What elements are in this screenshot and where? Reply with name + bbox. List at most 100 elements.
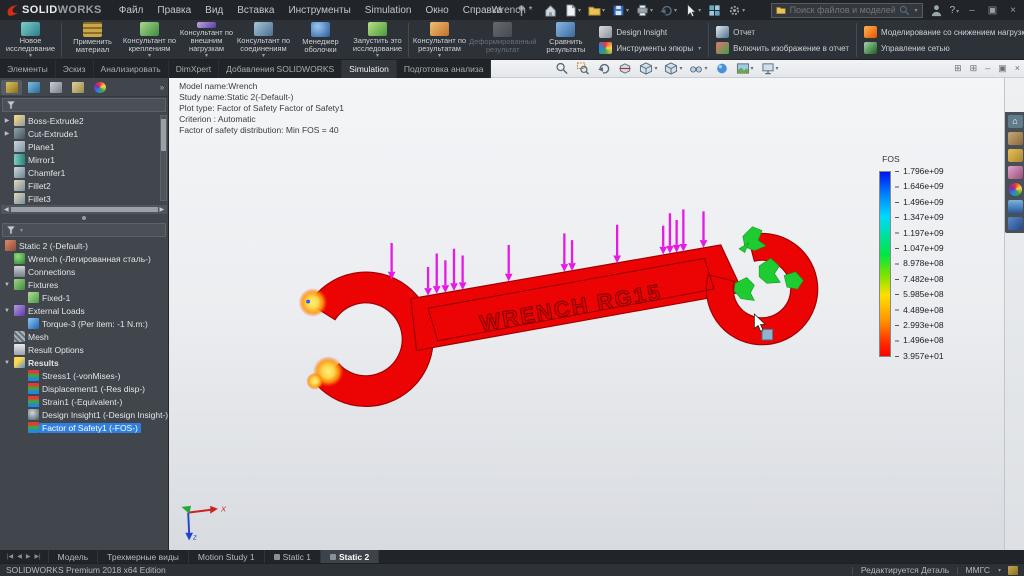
study-root[interactable]: Static 2 (-Default-) [0,239,168,252]
tab-features[interactable]: Элементы [0,60,56,78]
tab-analysis-prep[interactable]: Подготовка анализа [397,60,492,78]
doc-minimize-icon[interactable]: – [985,63,990,74]
configurationmanager-tab[interactable] [45,80,66,95]
design-insight-button[interactable]: Design Insight [599,26,701,38]
menu-simulation[interactable]: Simulation [358,0,419,20]
menu-view[interactable]: Вид [198,0,230,20]
connections-advisor-button[interactable]: Консультант по соединениям▾ [235,21,292,59]
panel-splitter[interactable] [0,214,168,222]
undo-button[interactable]: ▾ [658,3,679,18]
search-input[interactable] [790,5,895,15]
tree-item-cut-extrude1[interactable]: ▶Cut-Extrude1 [0,127,168,140]
menu-insert[interactable]: Вставка [230,0,281,20]
print-button[interactable]: ▾ [634,3,655,18]
scroll-left-icon[interactable]: ◀ [4,206,9,213]
search-dropdown-icon[interactable]: ▾ [915,7,918,14]
first-tab-icon[interactable]: |◀ [7,553,13,560]
menu-edit[interactable]: Правка [150,0,198,20]
tree-item-boss-extrude2[interactable]: ▶Boss-Extrude2 [0,114,168,127]
tab-dimxpert[interactable]: DimXpert [169,60,219,78]
study-item-fixtures[interactable]: ▼Fixtures [0,278,168,291]
dimxpertmanager-tab[interactable] [67,80,88,95]
tab-addins[interactable]: Добавления SOLIDWORKS [219,60,342,78]
last-tab-icon[interactable]: ▶| [34,553,40,560]
tree-item-fillet3[interactable]: Fillet3 [0,192,168,205]
menu-tools[interactable]: Инструменты [281,0,357,20]
close-window-icon[interactable]: × [1007,5,1019,16]
tree-item-chamfer1[interactable]: Chamfer1 [0,166,168,179]
save-button[interactable]: ▾ [610,3,631,18]
study-tree-filter-field[interactable]: ▾ [2,223,166,237]
tab-sketch[interactable]: Эскиз [56,60,94,78]
compare-results-button[interactable]: Сравнить результаты [537,21,594,59]
feature-tree-vertical-scrollbar[interactable] [160,115,167,201]
shell-manager-button[interactable]: Менеджер оболочки [292,21,349,59]
scroll-right-icon[interactable]: ▶ [160,206,165,213]
expand-icon[interactable]: ▶ [3,130,11,137]
study-item-stress1[interactable]: Stress1 (-vonMises-) [0,369,168,382]
scrollbar-thumb[interactable] [161,119,166,151]
zoom-area-icon[interactable] [576,62,590,75]
study-item-torque[interactable]: Torque-3 (Per item: -1 N.m:) [0,317,168,330]
new-study-button[interactable]: Новое исследование▾ [2,21,59,59]
hide-show-items-icon[interactable]: ▾ [689,62,707,75]
external-loads-advisor-button[interactable]: Консультант по внешним нагрузкам▾ [178,21,235,59]
tree-item-fillet2[interactable]: Fillet2 [0,179,168,192]
view-orientation-icon[interactable]: ▾ [639,62,657,75]
doc-close-icon[interactable]: × [1015,63,1020,74]
study-item-strain1[interactable]: Strain1 (-Equivalent-) [0,395,168,408]
study-item-result-options[interactable]: Result Options [0,343,168,356]
tab-simulation[interactable]: Simulation [342,60,397,78]
tab-static2[interactable]: Static 2 [320,550,379,563]
doc-restore-icon[interactable]: ▣ [998,63,1007,74]
section-view-icon[interactable] [618,62,632,75]
report-button[interactable]: Отчет [716,26,849,38]
design-library-icon[interactable] [1008,132,1023,145]
manage-network-button[interactable]: Управление сетью [864,42,1024,54]
tab-3d-views[interactable]: Трехмерные виды [97,550,188,563]
study-item-part[interactable]: Wrench (-Легированная сталь-) [0,252,168,265]
collapse-icon[interactable]: ▼ [3,360,11,366]
home-tab-icon[interactable]: ⌂ [1008,115,1023,128]
view-settings-icon[interactable]: ▾ [761,62,779,75]
file-explorer-icon[interactable] [1008,149,1023,162]
plot-tools-button[interactable]: Инструменты эпюры▾ [599,42,701,54]
new-document-button[interactable]: ▾ [562,3,583,18]
tab-evaluate[interactable]: Анализировать [94,60,169,78]
include-image-report-button[interactable]: Включить изображение в отчет [716,42,849,54]
study-item-factor-of-safety1[interactable]: Factor of Safety1 (-FOS-) [0,421,168,434]
tree-item-mirror1[interactable]: Mirror1 [0,153,168,166]
rebuild-button[interactable] [706,3,723,18]
collapse-icon[interactable]: ▼ [3,308,11,314]
apply-scene-icon[interactable]: ▾ [736,62,754,75]
expand-icon[interactable]: ▶ [3,117,11,124]
units-dropdown-icon[interactable]: ▾ [998,567,1001,574]
appearances-scenes-icon[interactable] [1009,183,1022,196]
study-item-results[interactable]: ▼Results [0,356,168,369]
tree-filter-field[interactable] [2,98,166,112]
filter-dropdown-icon[interactable]: ▾ [20,227,23,234]
run-study-button[interactable]: Запустить это исследование▾ [349,21,406,59]
tab-motion-study1[interactable]: Motion Study 1 [188,550,264,563]
view-palette-icon[interactable] [1008,166,1023,179]
pane-split-icon[interactable]: ⊞ [970,63,978,74]
featuremanager-tab[interactable] [1,80,22,95]
pane-split-icon[interactable]: ⊞ [954,63,962,74]
search-box[interactable]: ▾ [771,3,923,18]
propertymanager-tab[interactable] [23,80,44,95]
forum-icon[interactable] [1008,217,1023,230]
tree-item-plane1[interactable]: Plane1 [0,140,168,153]
display-style-icon[interactable]: ▾ [664,62,682,75]
fixtures-advisor-button[interactable]: Консультант по креплениям▾ [121,21,178,59]
status-expand-icon[interactable] [1008,566,1018,575]
select-button[interactable]: ▾ [682,3,703,18]
prev-tab-icon[interactable]: ◀ [17,553,22,560]
edit-appearance-icon[interactable] [715,62,729,75]
more-tabs-icon[interactable]: » [160,83,167,92]
help-button[interactable]: ?▾ [950,5,960,16]
home-button[interactable] [542,3,559,18]
menu-window[interactable]: Окно [419,0,456,20]
results-advisor-button[interactable]: Консультант по результатам▾ [411,21,468,59]
menu-file[interactable]: Файл [112,0,151,20]
study-item-fixed1[interactable]: Fixed-1 [0,291,168,304]
